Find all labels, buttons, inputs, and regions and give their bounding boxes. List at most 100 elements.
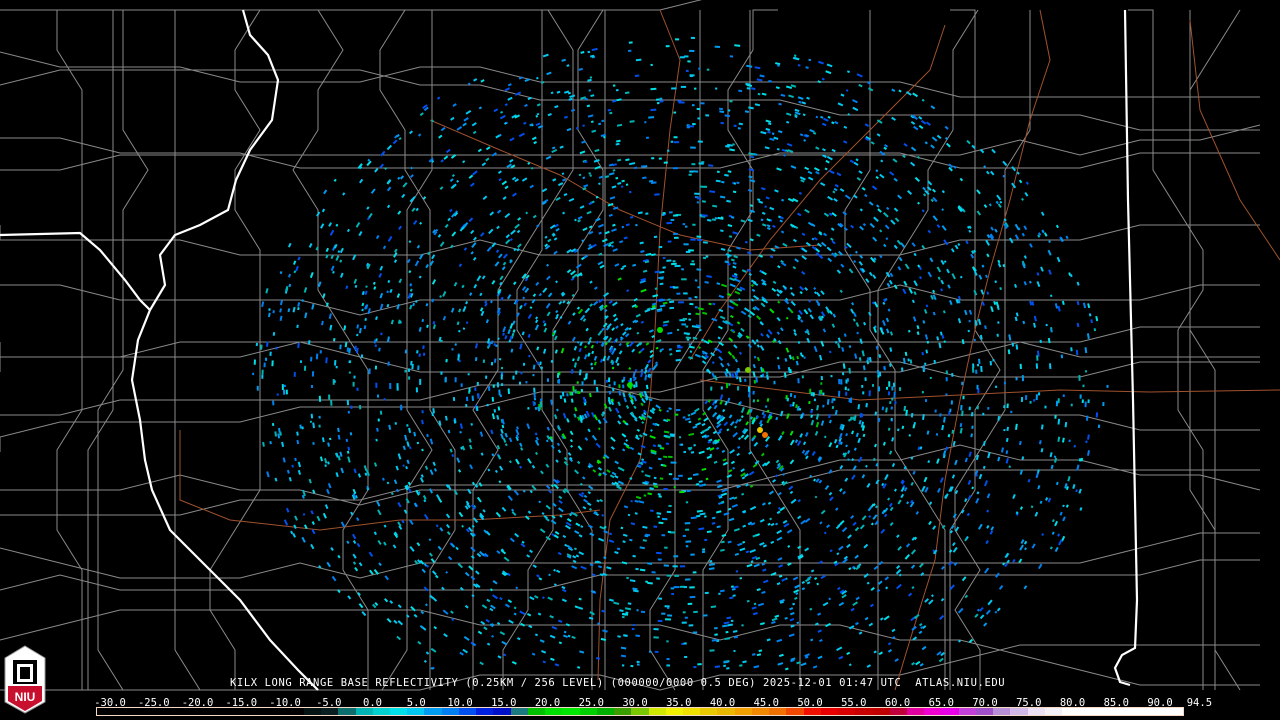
echo-pixel (324, 458, 328, 464)
echo-pixel (372, 281, 376, 285)
echo-pixel (1010, 410, 1013, 414)
echo-pixel (593, 379, 596, 385)
echo-pixel (801, 101, 807, 105)
echo-pixel (620, 646, 627, 650)
echo-pixel (1068, 439, 1071, 443)
echo-pixel (698, 527, 705, 531)
echo-pixel (986, 253, 990, 258)
echo-pixel (787, 545, 791, 548)
echo-pixel (1039, 339, 1042, 344)
echo-pixel (556, 90, 561, 94)
echo-pixel (566, 518, 572, 523)
echo-pixel (499, 394, 502, 397)
echo-pixel (297, 307, 300, 311)
echo-pixel (557, 551, 562, 556)
echo-pixel (845, 391, 848, 396)
echo-pixel (490, 361, 494, 366)
echo-pixel (453, 281, 458, 287)
echo-pixel (696, 509, 703, 513)
echo-pixel (347, 595, 352, 600)
echo-pixel (599, 264, 605, 269)
echo-pixel (692, 571, 697, 574)
echo-pixel (598, 122, 602, 126)
county-line (472, 9, 574, 690)
echo-pixel (373, 462, 378, 467)
echo-pixel (761, 590, 766, 595)
echo-pixel (667, 331, 673, 335)
echo-pixel (488, 386, 491, 391)
echo-pixel (889, 171, 895, 176)
echo-pixel (815, 413, 820, 420)
echo-pixel (461, 284, 465, 289)
echo-pixel (766, 218, 771, 222)
echo-pixel (952, 440, 956, 447)
echo-pixel (756, 356, 761, 362)
echo-pixel (1021, 197, 1024, 201)
echo-pixel (957, 243, 961, 247)
echo-pixel (1040, 211, 1045, 216)
echo-pixel (1038, 563, 1043, 570)
echo-pixel (514, 223, 520, 229)
echo-pixel (586, 210, 592, 215)
echo-pixel (675, 409, 681, 412)
echo-pixel (655, 346, 659, 350)
echo-pixel (510, 508, 515, 512)
echo-pixel (813, 345, 818, 353)
echo-pixel (337, 434, 341, 440)
echo-pixel (378, 347, 381, 352)
echo-pixel (323, 189, 328, 195)
echo-pixel (634, 512, 638, 515)
echo-pixel (1065, 235, 1069, 240)
echo-pixel (473, 78, 478, 82)
echo-pixel (513, 612, 517, 616)
echo-pixel (416, 542, 421, 547)
echo-pixel (645, 384, 649, 390)
echo-pixel (356, 542, 361, 548)
echo-pixel (807, 307, 812, 313)
echo-pixel (728, 305, 735, 310)
echo-pixel (716, 430, 722, 435)
echo-pixel (597, 466, 603, 471)
echo-pixel (776, 167, 782, 172)
echo-pixel (678, 301, 684, 304)
echo-pixel (759, 518, 765, 523)
echo-pixel (329, 437, 332, 441)
echo-pixel (397, 502, 402, 508)
echo-pixel (1048, 240, 1051, 244)
echo-pixel (776, 582, 781, 586)
echo-pixel (632, 623, 636, 627)
echo-pixel (551, 148, 558, 154)
echo-pixel (1057, 436, 1061, 442)
echo-pixel (1084, 347, 1088, 354)
echo-pixel (893, 177, 898, 182)
echo-pixel (565, 623, 570, 627)
echo-pixel (590, 366, 594, 370)
echo-pixel (628, 380, 631, 383)
legend-color-swatch (1165, 708, 1183, 715)
echo-pixel (715, 510, 722, 514)
echo-pixel (756, 78, 763, 82)
echo-pixel (707, 219, 712, 222)
echo-pixel (685, 69, 689, 72)
echo-pixel (492, 384, 495, 388)
echo-pixel (673, 486, 676, 489)
echo-pixel (801, 449, 806, 454)
echo-pixel (945, 377, 948, 382)
echo-pixel (936, 224, 941, 229)
echo-pixel (636, 428, 641, 432)
echo-pixel (1072, 484, 1076, 489)
echo-pixel (612, 313, 617, 318)
legend-color-swatch (424, 708, 442, 715)
echo-pixel (871, 185, 878, 191)
echo-pixel (884, 224, 890, 230)
echo-pixel (283, 519, 289, 526)
echo-pixel (524, 103, 528, 108)
echo-pixel (623, 634, 628, 637)
echo-pixel (822, 392, 825, 396)
echo-pixel (531, 464, 536, 469)
echo-pixel (369, 569, 374, 575)
echo-pixel (378, 272, 383, 278)
echo-pixel (617, 158, 622, 162)
echo-pixel (967, 329, 970, 333)
echo-pixel (699, 213, 702, 217)
